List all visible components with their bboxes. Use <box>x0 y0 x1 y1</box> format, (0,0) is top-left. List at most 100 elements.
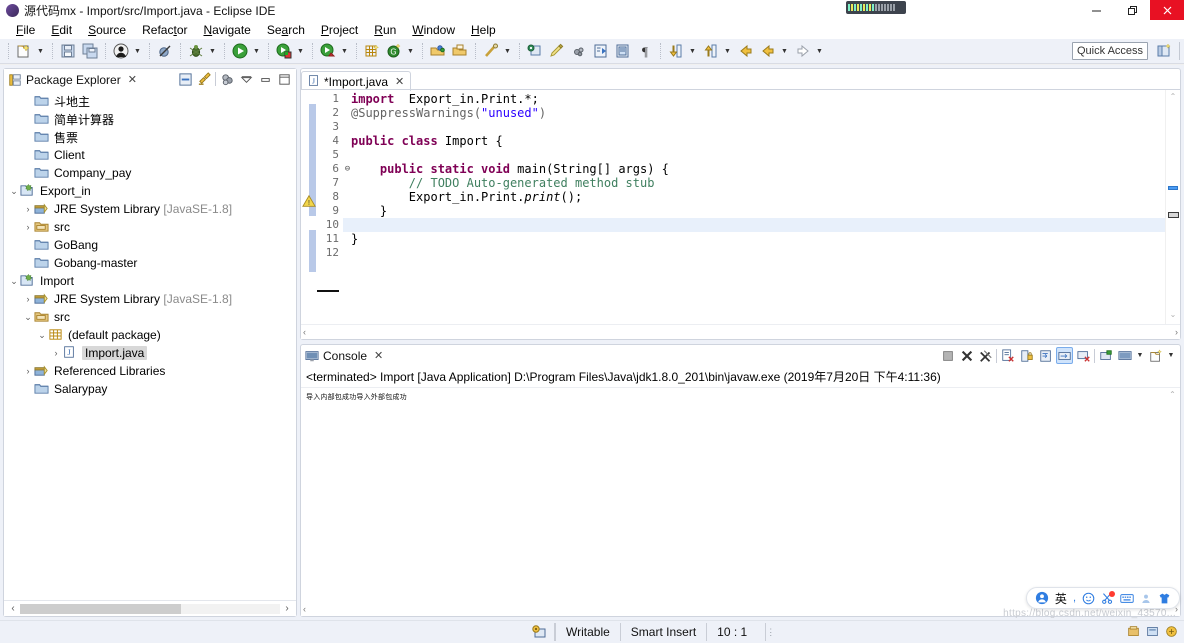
tray-icon-3[interactable] <box>1165 625 1178 641</box>
chevron-right-icon[interactable]: › <box>22 366 34 376</box>
code-line[interactable]: public static void main(String[] args) { <box>343 162 1165 176</box>
scroll-down-icon[interactable]: ⌄ <box>1166 308 1180 322</box>
menu-help[interactable]: Help <box>463 22 504 38</box>
new-annotation-icon[interactable]: G <box>384 41 404 61</box>
editor-overview-ruler[interactable]: ⌃ ⌄ <box>1165 90 1180 324</box>
open-console-icon[interactable] <box>1116 347 1133 364</box>
tree-item-gobang[interactable]: GoBang <box>4 236 296 254</box>
scissors-icon[interactable] <box>1101 590 1115 605</box>
search-icon[interactable] <box>481 41 501 61</box>
punctuation-icon[interactable]: , <box>1073 592 1076 604</box>
person-icon[interactable] <box>111 41 131 61</box>
tree-item-src[interactable]: ⌄ src <box>4 308 296 326</box>
chevron-right-icon[interactable]: › <box>22 222 34 232</box>
maximize-icon[interactable] <box>276 71 292 87</box>
code-line[interactable]: } <box>343 232 1165 246</box>
code-line[interactable] <box>343 246 1165 260</box>
pin-console-icon[interactable] <box>1075 347 1092 364</box>
code-line[interactable]: Export_in.Print.print(); <box>343 190 1165 204</box>
search-dropdown-icon[interactable]: ▼ <box>502 41 513 61</box>
spell-icon[interactable] <box>569 41 589 61</box>
scroll-left-icon[interactable]: ‹ <box>303 327 306 337</box>
open-type-icon[interactable] <box>428 41 448 61</box>
person-icon[interactable] <box>1140 592 1152 605</box>
remove-all-terminated-icon[interactable] <box>977 347 994 364</box>
menu-run[interactable]: Run <box>366 22 404 38</box>
scroll-left-icon[interactable]: ‹ <box>303 604 306 614</box>
person-dropdown-icon[interactable]: ▼ <box>132 41 143 61</box>
code-line[interactable] <box>343 148 1165 162</box>
save-all-icon[interactable] <box>80 41 100 61</box>
save-icon[interactable] <box>58 41 78 61</box>
menu-search[interactable]: Search <box>259 22 313 38</box>
tree-item-简单计算器[interactable]: 简单计算器 <box>4 110 296 128</box>
hscroll-thumb[interactable] <box>20 603 182 614</box>
menu-navigate[interactable]: Navigate <box>195 22 258 38</box>
console-body[interactable]: 导入内部包成功导入外部包成功 ⌃ ⌄ <box>301 388 1180 601</box>
package-explorer-hscrollbar[interactable]: ‹ › <box>4 600 296 616</box>
run-dropdown-icon[interactable]: ▼ <box>251 41 262 61</box>
code-text[interactable]: import Export_in.Print.*; @SuppressWarnin… <box>343 90 1165 324</box>
previous-annotation-icon[interactable] <box>613 41 633 61</box>
terminate-icon[interactable] <box>939 347 956 364</box>
new-wizard-dropdown-icon[interactable]: ▼ <box>35 41 46 61</box>
chevron-down-icon[interactable]: ⌄ <box>22 312 34 323</box>
overview-marker-blue[interactable] <box>1168 186 1178 190</box>
code-line[interactable] <box>343 218 1165 232</box>
keyboard-icon[interactable] <box>1120 592 1134 605</box>
close-icon[interactable]: ✕ <box>128 73 137 86</box>
pilcrow-icon[interactable]: ¶ <box>635 41 655 61</box>
open-perspective-icon[interactable] <box>1156 43 1174 61</box>
tab-package-explorer[interactable]: Package Explorer ✕ <box>8 73 137 87</box>
tree-item-jre-system-library[interactable]: › JRE System Library [JavaSE-1.8] <box>4 290 296 308</box>
view-menu-icon[interactable] <box>238 71 254 87</box>
up-arrow-dropdown-icon[interactable]: ▼ <box>722 41 733 61</box>
ime-mode-label[interactable]: 英 <box>1055 590 1067 607</box>
coverage-dropdown-icon[interactable]: ▼ <box>339 41 350 61</box>
open-task-icon[interactable] <box>450 41 470 61</box>
tree-item-jre-system-library[interactable]: › JRE System Library [JavaSE-1.8] <box>4 200 296 218</box>
console-vscrollbar[interactable]: ⌃ ⌄ <box>1165 388 1180 601</box>
run-icon[interactable] <box>230 41 250 61</box>
tree-item-referenced-libraries[interactable]: › Referenced Libraries <box>4 362 296 380</box>
word-wrap-icon[interactable] <box>1037 347 1054 364</box>
shirt-icon[interactable] <box>1158 592 1171 605</box>
debug-dropdown-icon[interactable]: ▼ <box>207 41 218 61</box>
display-selected-console-icon[interactable] <box>1097 347 1114 364</box>
code-line[interactable]: @SuppressWarnings("unused") <box>343 106 1165 120</box>
menu-file[interactable]: FFileile <box>8 22 43 38</box>
annotation-dropdown-icon[interactable]: ▼ <box>405 41 416 61</box>
tree-item--default-package-[interactable]: ⌄ (default package) <box>4 326 296 344</box>
tab-import-java[interactable]: J *Import.java ✕ <box>301 71 412 91</box>
tree-item-import-java[interactable]: › J Import.java <box>4 344 296 362</box>
scroll-right-icon[interactable]: › <box>1175 327 1178 337</box>
collapse-all-icon[interactable] <box>177 71 193 87</box>
close-icon[interactable]: ✕ <box>395 75 404 88</box>
performance-meter-widget[interactable] <box>846 1 906 14</box>
menu-source[interactable]: Source <box>80 22 134 38</box>
tree-item-gobang-master[interactable]: Gobang-master <box>4 254 296 272</box>
quick-access-input[interactable]: Quick Access <box>1072 42 1148 60</box>
tree-item-company_pay[interactable]: Company_pay <box>4 164 296 182</box>
editor-hscrollbar[interactable]: ‹ › <box>301 324 1180 339</box>
next-annotation-icon[interactable] <box>591 41 611 61</box>
code-line[interactable]: } <box>343 204 1165 218</box>
minimize-button[interactable] <box>1078 0 1114 20</box>
new-console-dropdown-icon[interactable]: ▼ <box>1166 347 1176 364</box>
menu-project[interactable]: Project <box>313 22 366 38</box>
remove-launch-icon[interactable] <box>958 347 975 364</box>
smiley-icon[interactable] <box>1082 592 1095 605</box>
back-icon[interactable] <box>736 41 756 61</box>
chevron-right-icon[interactable]: › <box>22 294 34 304</box>
code-line[interactable]: import Export_in.Print.*; <box>343 92 1165 106</box>
scroll-right-icon[interactable]: › <box>280 603 294 614</box>
chevron-right-icon[interactable]: › <box>50 348 62 358</box>
tree-item-售票[interactable]: 售票 <box>4 128 296 146</box>
new-java-project-icon[interactable] <box>362 41 382 61</box>
code-line[interactable]: // TODO Auto-generated method stub <box>343 176 1165 190</box>
toggle-breakpoint-icon[interactable] <box>155 41 175 61</box>
tree-item-斗地主[interactable]: 斗地主 <box>4 92 296 110</box>
warning-icon[interactable]: ! <box>302 194 316 208</box>
open-in-window-icon[interactable] <box>525 41 545 61</box>
hscroll-track[interactable] <box>20 603 280 614</box>
